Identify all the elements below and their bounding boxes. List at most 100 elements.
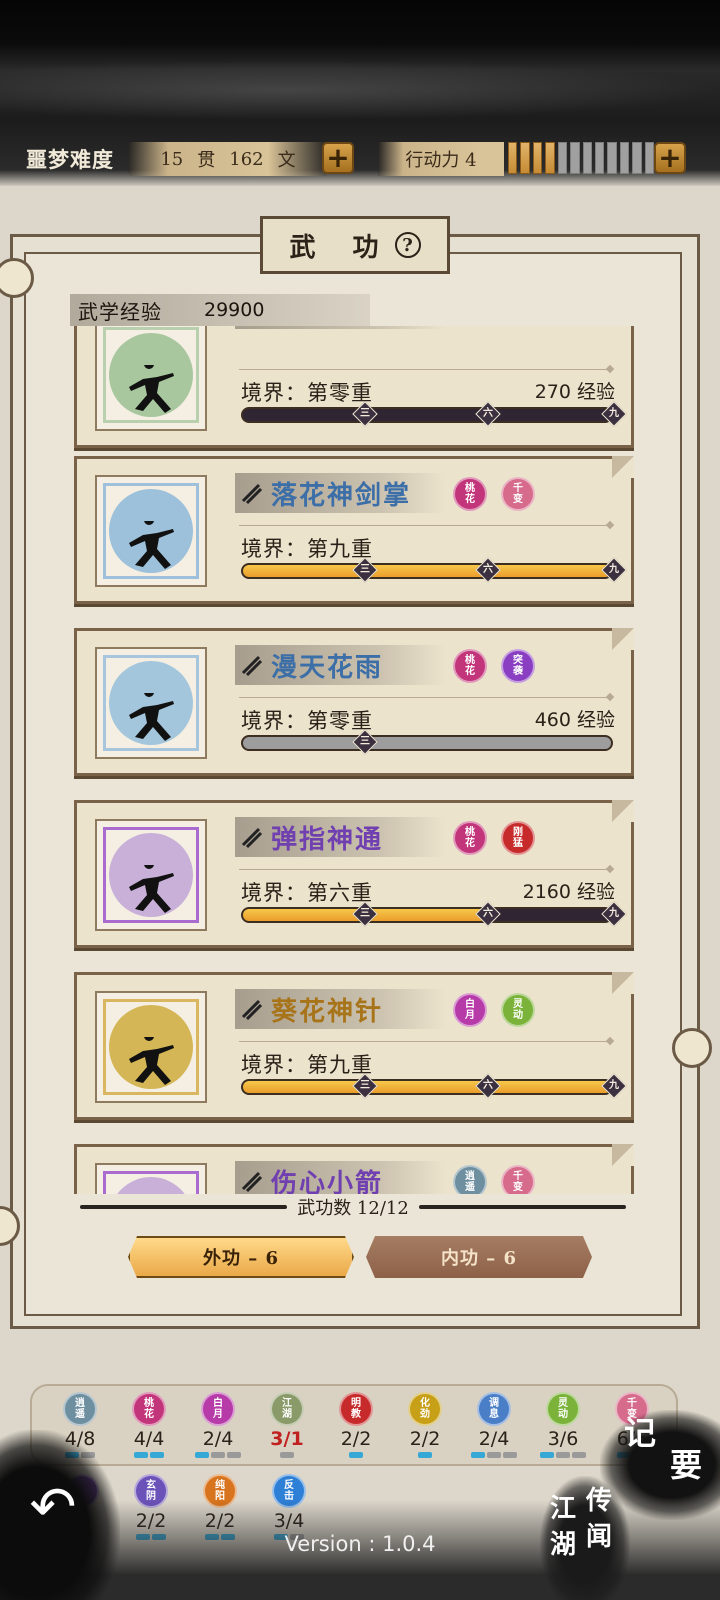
- skill-exp-value: 270: [534, 381, 571, 403]
- tag-char: 千: [513, 483, 523, 494]
- realm-marker-label: 三: [359, 564, 370, 575]
- trait-pips: [195, 1452, 241, 1458]
- realm-marker-label: 三: [359, 408, 370, 419]
- tab-inner-skills[interactable]: 内功 – 6: [366, 1236, 592, 1278]
- tag-char: 白: [465, 999, 475, 1010]
- trait-item[interactable]: 白月 2/4: [188, 1392, 248, 1472]
- skill-card[interactable]: 伤心小箭逍遥千变: [74, 1144, 634, 1194]
- skill-name-text: 弹指神通: [271, 824, 384, 855]
- energy-bar: [508, 142, 655, 174]
- notes-button[interactable]: 记 要: [620, 1414, 716, 1494]
- add-money-button[interactable]: +: [322, 142, 354, 174]
- trait-pip: [471, 1452, 485, 1458]
- trait-pip: [349, 1452, 363, 1458]
- skill-list[interactable]: 境界：第零重 270 经验三六九落花神剑掌桃花千变境界：第九重三六九漫天花雨桃花突袭…: [74, 326, 644, 1194]
- tag-char: 桃: [465, 483, 475, 494]
- skill-tag-badge: 千变: [501, 477, 535, 511]
- tag-char: 刚: [513, 827, 523, 838]
- tag-char: 突: [513, 655, 523, 666]
- trait-item[interactable]: 江湖 3/1: [257, 1392, 317, 1472]
- trait-badge: 逍遥: [63, 1392, 97, 1426]
- skill-tag-badge: 千变: [501, 1165, 535, 1194]
- energy-segment: [644, 142, 655, 174]
- fighter-silhouette-icon: [129, 521, 174, 569]
- trait-pip: [227, 1452, 241, 1458]
- tag-char: 花: [465, 494, 475, 505]
- version-label: Version : 1.0.4: [284, 1532, 436, 1556]
- skill-tag-badge: 逍遥: [453, 1165, 487, 1194]
- trait-pips: [349, 1452, 363, 1458]
- trait-item[interactable]: 灵动 3/6: [533, 1392, 593, 1472]
- realm-marker-label: 九: [609, 1080, 619, 1091]
- skill-card[interactable]: 落花神剑掌桃花千变境界：第九重三六九: [74, 456, 634, 604]
- martial-exp-value: 29900: [204, 299, 265, 321]
- add-energy-button[interactable]: +: [654, 142, 686, 174]
- skill-name: [235, 326, 445, 329]
- trait-char: 教: [351, 1409, 361, 1420]
- trait-item[interactable]: 化劲 2/2: [395, 1392, 455, 1472]
- realm-marker: 九: [601, 401, 627, 427]
- skill-portrait: [95, 991, 207, 1103]
- tag-char: 变: [513, 494, 523, 505]
- energy-segment: [532, 142, 543, 174]
- trait-char: 千: [627, 1398, 637, 1409]
- skill-card[interactable]: 弹指神通桃花刚猛境界：第六重 2160 经验三六九: [74, 800, 634, 948]
- tag-char: 花: [465, 838, 475, 849]
- trait-item[interactable]: 明教 2/2: [326, 1392, 386, 1472]
- skill-portrait: [95, 647, 207, 759]
- skill-type-icon: [241, 655, 263, 677]
- trait-char: 灵: [558, 1398, 568, 1409]
- tag-char: 灵: [513, 999, 523, 1010]
- tag-char: 袭: [513, 666, 523, 677]
- realm-marker: 六: [474, 901, 501, 927]
- tab-outer-skills[interactable]: 外功 – 6: [128, 1236, 354, 1278]
- skill-progress-fill: [243, 1081, 611, 1093]
- trait-badge: 灵动: [546, 1392, 580, 1426]
- skill-card[interactable]: 葵花神针白月灵动境界：第九重三六九: [74, 972, 634, 1120]
- trait-char: 化: [420, 1398, 430, 1409]
- skill-progress-fill: [243, 565, 611, 577]
- skill-realm: 境界：第九重: [241, 537, 373, 561]
- energy-segment: [508, 142, 518, 174]
- money-wen: 162: [229, 148, 264, 170]
- money-guan: 15: [160, 148, 184, 170]
- trait-pip: [556, 1452, 570, 1458]
- energy-label: 行动力 4: [378, 142, 504, 176]
- panel-title-text: 武 功: [289, 232, 393, 263]
- skill-name: 葵花神针: [235, 989, 445, 1029]
- energy-segment: [520, 142, 530, 174]
- trait-char: 花: [144, 1409, 154, 1420]
- energy-segment: [557, 142, 568, 174]
- tag-char: 逍: [465, 1171, 475, 1182]
- skill-name-text: 漫天花雨: [271, 652, 384, 683]
- trait-pip: [572, 1452, 586, 1458]
- energy-segment: [570, 142, 580, 174]
- realm-marker-label: 六: [482, 908, 493, 919]
- trait-badge: 化劲: [408, 1392, 442, 1426]
- trait-char: 息: [489, 1409, 499, 1420]
- skill-portrait: [95, 819, 207, 931]
- skill-tag-badge: 桃花: [453, 821, 487, 855]
- realm-marker-label: 三: [359, 908, 370, 919]
- back-button[interactable]: ↶: [18, 1474, 88, 1540]
- trait-value: 2/4: [202, 1428, 234, 1450]
- realm-marker-label: 六: [482, 408, 493, 419]
- divider: [239, 697, 609, 698]
- trait-item[interactable]: 桃花 4/4: [119, 1392, 179, 1472]
- skill-tag-badge: 刚猛: [501, 821, 535, 855]
- skill-card[interactable]: 漫天花雨桃花突袭境界：第零重 460 经验三: [74, 628, 634, 776]
- skill-exp-value: 460: [534, 709, 571, 731]
- help-icon[interactable]: ?: [394, 232, 421, 258]
- realm-marker-label: 三: [359, 1080, 370, 1091]
- trait-pip: [211, 1452, 225, 1458]
- skill-type-icon: [241, 999, 263, 1021]
- money-guan-unit: 贯: [197, 150, 216, 171]
- trait-char: 反: [284, 1480, 294, 1491]
- martial-exp-row: 武学经验 29900: [70, 294, 370, 326]
- skill-progress-bar: 三六九: [241, 901, 627, 927]
- fighter-silhouette-icon: [129, 693, 174, 741]
- skill-card[interactable]: 境界：第零重 270 经验三 六 九: [74, 326, 634, 448]
- divider: [239, 869, 609, 870]
- back-arrow-icon: ↶: [29, 1474, 77, 1540]
- trait-item[interactable]: 调息 2/4: [464, 1392, 524, 1472]
